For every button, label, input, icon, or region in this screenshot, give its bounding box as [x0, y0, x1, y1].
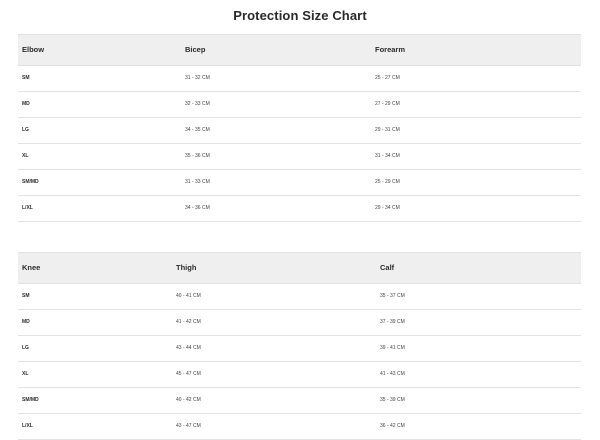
table-row: L/XL 34 - 36 CM 29 - 34 CM: [18, 196, 581, 222]
size-cell: LG: [22, 345, 29, 351]
bicep-cell: 34 - 36 CM: [185, 205, 210, 211]
bicep-cell: 35 - 36 CM: [185, 153, 210, 159]
forearm-cell: 29 - 34 CM: [375, 205, 400, 211]
forearm-cell: 25 - 29 CM: [375, 179, 400, 185]
calf-cell: 35 - 37 CM: [380, 293, 405, 299]
table-header: Knee Thigh Calf: [18, 252, 581, 284]
size-cell: XL: [22, 153, 29, 159]
forearm-cell: 25 - 27 CM: [375, 75, 400, 81]
table-row: SM/MD 40 - 42 CM 35 - 39 CM: [18, 388, 581, 414]
thigh-cell: 45 - 47 CM: [176, 371, 201, 377]
size-cell: SM/MD: [22, 397, 39, 403]
calf-cell: 36 - 42 CM: [380, 423, 405, 429]
table-row: SM 40 - 41 CM 35 - 37 CM: [18, 284, 581, 310]
size-cell: SM: [22, 75, 30, 81]
table-row: LG 43 - 44 CM 39 - 41 CM: [18, 336, 581, 362]
bicep-cell: 34 - 35 CM: [185, 127, 210, 133]
table-row: SM 31 - 32 CM 25 - 27 CM: [18, 66, 581, 92]
header-forearm: Forearm: [375, 45, 406, 54]
page-title: Protection Size Chart: [233, 8, 367, 23]
knee-size-table: Knee Thigh Calf SM 40 - 41 CM 35 - 37 CM…: [18, 252, 581, 440]
forearm-cell: 27 - 29 CM: [375, 101, 400, 107]
table-row: XL 45 - 47 CM 41 - 43 CM: [18, 362, 581, 388]
forearm-cell: 31 - 34 CM: [375, 153, 400, 159]
size-cell: MD: [22, 101, 30, 107]
elbow-size-table: Elbow Bicep Forearm SM 31 - 32 CM 25 - 2…: [18, 34, 581, 222]
table-header: Elbow Bicep Forearm: [18, 34, 581, 66]
calf-cell: 35 - 39 CM: [380, 397, 405, 403]
thigh-cell: 43 - 47 CM: [176, 423, 201, 429]
forearm-cell: 29 - 31 CM: [375, 127, 400, 133]
table-row: LG 34 - 35 CM 29 - 31 CM: [18, 118, 581, 144]
thigh-cell: 40 - 41 CM: [176, 293, 201, 299]
header-elbow: Elbow: [22, 45, 45, 54]
size-cell: L/XL: [22, 423, 33, 429]
header-bicep: Bicep: [185, 45, 206, 54]
size-cell: SM: [22, 293, 30, 299]
table-row: MD 41 - 42 CM 37 - 39 CM: [18, 310, 581, 336]
header-calf: Calf: [380, 263, 395, 272]
table-row: SM/MD 31 - 33 CM 25 - 29 CM: [18, 170, 581, 196]
bicep-cell: 31 - 32 CM: [185, 75, 210, 81]
size-cell: SM/MD: [22, 179, 39, 185]
calf-cell: 41 - 43 CM: [380, 371, 405, 377]
calf-cell: 37 - 39 CM: [380, 319, 405, 325]
thigh-cell: 41 - 42 CM: [176, 319, 201, 325]
table-row: L/XL 43 - 47 CM 36 - 42 CM: [18, 414, 581, 440]
table-row: MD 32 - 33 CM 27 - 29 CM: [18, 92, 581, 118]
thigh-cell: 43 - 44 CM: [176, 345, 201, 351]
calf-cell: 39 - 41 CM: [380, 345, 405, 351]
size-cell: LG: [22, 127, 29, 133]
bicep-cell: 32 - 33 CM: [185, 101, 210, 107]
bicep-cell: 31 - 33 CM: [185, 179, 210, 185]
size-cell: L/XL: [22, 205, 33, 211]
size-cell: MD: [22, 319, 30, 325]
thigh-cell: 40 - 42 CM: [176, 397, 201, 403]
table-row: XL 35 - 36 CM 31 - 34 CM: [18, 144, 581, 170]
header-knee: Knee: [22, 263, 41, 272]
header-thigh: Thigh: [176, 263, 197, 272]
size-cell: XL: [22, 371, 29, 377]
